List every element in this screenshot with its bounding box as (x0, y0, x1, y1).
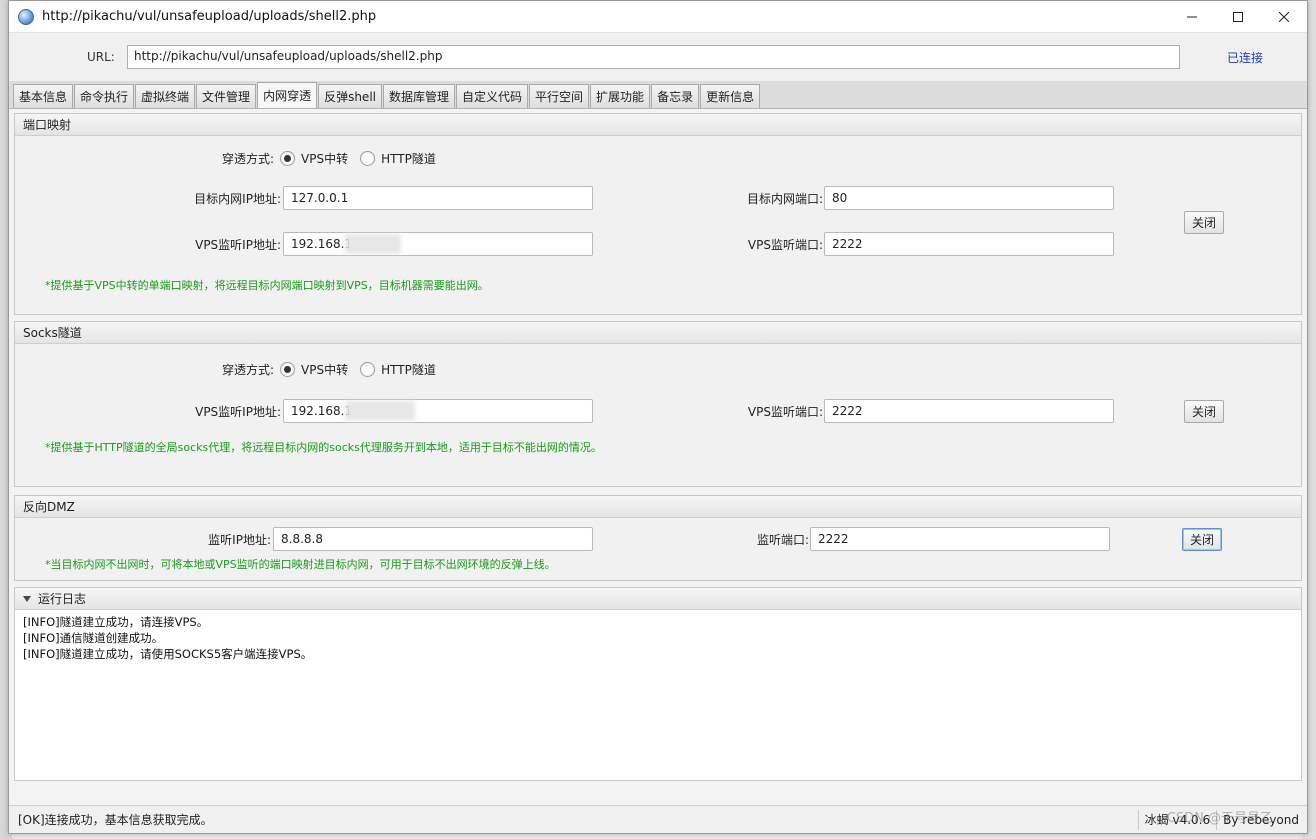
tab-database-manager[interactable]: 数据库管理 (383, 84, 456, 108)
vps-ip-label: VPS监听IP地址: (195, 404, 281, 419)
url-input[interactable]: http://pikachu/vul/unsafeupload/uploads/… (127, 45, 1180, 69)
connection-status: 已连接 (1227, 50, 1264, 65)
run-log-header[interactable]: 运行日志 (15, 588, 1301, 610)
run-log-text[interactable]: [INFO]隧道建立成功，请连接VPS。 [INFO]通信隧道创建成功。 [IN… (15, 610, 1301, 780)
panel-title: Socks隧道 (15, 322, 1301, 344)
tab-bar: 基本信息 命令执行 虚拟终端 文件管理 内网穿透 反弹shell 数据库管理 自… (9, 81, 1307, 109)
url-bar: URL: http://pikachu/vul/unsafeupload/upl… (9, 33, 1307, 81)
minimize-button[interactable] (1169, 1, 1215, 33)
listen-port-label: 监听端口: (756, 532, 809, 547)
close-icon (1279, 11, 1289, 22)
vps-port-label: VPS监听端口: (747, 404, 823, 419)
reverse-dmz-panel: 反向DMZ 监听IP地址: 8.8.8.8 监听端口: 2222 关闭 *当目标… (14, 495, 1302, 581)
window-title: http://pikachu/vul/unsafeupload/uploads/… (42, 9, 377, 24)
vps-relay-radio[interactable] (280, 362, 296, 377)
tab-virtual-terminal[interactable]: 虚拟终端 (135, 84, 196, 108)
log-line: [INFO]隧道建立成功，请连接VPS。 (23, 615, 209, 629)
listen-ip-label: 监听IP地址: (208, 532, 271, 547)
tab-reverse-shell[interactable]: 反弹shell (318, 84, 382, 108)
target-port-label: 目标内网端口: (746, 191, 823, 206)
vps-relay-label: VPS中转 (301, 363, 349, 377)
log-line: [INFO]通信隧道创建成功。 (23, 631, 164, 645)
port-mapping-note: *提供基于VPS中转的单端口映射，将远程目标内网端口映射到VPS，目标机器需要能… (45, 279, 489, 292)
collapse-triangle-icon[interactable] (23, 595, 31, 602)
vps-port-label: VPS监听端口: (747, 237, 823, 252)
dmz-note: *当目标内网不出网时，可将本地或VPS监听的端口映射进目标内网，可用于目标不出网… (45, 558, 556, 571)
socks-note: *提供基于HTTP隧道的全局socks代理，将远程目标内网的socks代理服务开… (45, 441, 602, 454)
vps-port-input[interactable]: 2222 (824, 232, 1114, 256)
tab-memo[interactable]: 备忘录 (651, 84, 700, 108)
target-port-input[interactable]: 80 (824, 186, 1114, 210)
app-icon (18, 8, 34, 25)
mode-label: 穿透方式: (222, 363, 275, 377)
close-window-button[interactable] (1261, 1, 1307, 33)
socks-tunnel-panel: Socks隧道 穿透方式: VPS中转 HTTP隧道 VPS监听IP地址: 19… (14, 321, 1302, 487)
status-divider (1137, 809, 1139, 830)
run-log-title: 运行日志 (38, 592, 87, 606)
tab-extensions[interactable]: 扩展功能 (590, 84, 651, 108)
dmz-close-button[interactable]: 关闭 (1182, 528, 1222, 551)
vps-ip-input[interactable]: 192.168.1 (283, 232, 593, 256)
tab-file-manager[interactable]: 文件管理 (196, 84, 257, 108)
title-bar: http://pikachu/vul/unsafeupload/uploads/… (9, 1, 1307, 33)
http-tunnel-radio[interactable] (360, 362, 376, 377)
http-tunnel-radio[interactable] (360, 151, 376, 166)
port-mapping-close-button[interactable]: 关闭 (1184, 211, 1224, 234)
tab-update-info[interactable]: 更新信息 (700, 84, 761, 108)
watermark: CSDN @于号号乙 (1166, 811, 1273, 826)
vps-ip-label: VPS监听IP地址: (195, 237, 281, 252)
http-tunnel-label: HTTP隧道 (381, 363, 436, 377)
redacted-blur (345, 234, 401, 254)
log-line: [INFO]隧道建立成功，请使用SOCKS5客户端连接VPS。 (23, 647, 313, 661)
vps-relay-label: VPS中转 (301, 152, 349, 166)
status-bar: [OK]连接成功，基本信息获取完成。 冰蝎 v4.0.6 By rebeyond (9, 805, 1307, 833)
maximize-icon (1233, 11, 1243, 22)
panel-title: 端口映射 (15, 114, 1301, 136)
listen-port-input[interactable]: 2222 (810, 527, 1110, 551)
maximize-button[interactable] (1215, 1, 1261, 33)
http-tunnel-label: HTTP隧道 (381, 152, 436, 166)
listen-ip-input[interactable]: 8.8.8.8 (273, 527, 593, 551)
tab-basic-info[interactable]: 基本信息 (13, 84, 74, 108)
vps-relay-radio[interactable] (280, 151, 296, 166)
minimize-icon (1187, 16, 1197, 17)
vps-ip-input[interactable]: 192.168.1 (283, 399, 593, 423)
panel-title: 反向DMZ (15, 496, 1301, 518)
status-message: [OK]连接成功，基本信息获取完成。 (18, 813, 213, 827)
target-ip-label: 目标内网IP地址: (194, 191, 281, 206)
tab-content: 端口映射 穿透方式: VPS中转 HTTP隧道 目标内网IP地址: 127.0.… (9, 109, 1307, 781)
port-mapping-panel: 端口映射 穿透方式: VPS中转 HTTP隧道 目标内网IP地址: 127.0.… (14, 113, 1302, 315)
run-log-panel: 运行日志 [INFO]隧道建立成功，请连接VPS。 [INFO]通信隧道创建成功… (14, 587, 1302, 781)
socks-close-button[interactable]: 关闭 (1184, 400, 1224, 423)
tab-intranet-tunnel[interactable]: 内网穿透 (257, 82, 318, 108)
redacted-blur (345, 401, 415, 421)
tab-parallel-space[interactable]: 平行空间 (529, 84, 590, 108)
tab-custom-code[interactable]: 自定义代码 (456, 84, 529, 108)
tab-command-exec[interactable]: 命令执行 (74, 84, 135, 108)
target-ip-input[interactable]: 127.0.0.1 (283, 186, 593, 210)
url-label: URL: (87, 50, 115, 64)
mode-label: 穿透方式: (222, 152, 275, 166)
vps-port-input[interactable]: 2222 (824, 399, 1114, 423)
app-window: http://pikachu/vul/unsafeupload/uploads/… (8, 0, 1308, 834)
